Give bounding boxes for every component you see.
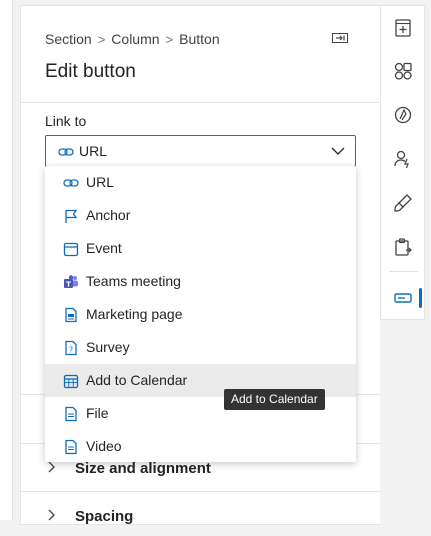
option-label: File [86,405,109,421]
styles-icon[interactable] [392,192,414,214]
option-teams-meeting[interactable]: T Teams meeting [45,265,356,298]
option-event[interactable]: Event [45,232,356,265]
section-spacing[interactable]: Spacing [21,496,381,536]
breadcrumb-section[interactable]: Section [45,31,92,47]
chevron-down-icon [331,147,345,155]
breadcrumb-separator: > [165,31,174,47]
option-marketing-page[interactable]: Marketing page [45,298,356,331]
option-label: Event [86,240,122,256]
divider [21,491,381,492]
link-to-label: Link to [45,113,87,129]
option-label: Teams meeting [86,273,181,289]
file-icon [65,406,77,422]
clipboard-icon[interactable] [392,236,414,258]
link-icon [58,148,74,156]
option-label: Marketing page [86,306,183,322]
collapse-panel-icon[interactable] [332,31,348,45]
option-anchor[interactable]: Anchor [45,199,356,232]
right-tool-rail [380,5,425,320]
calendar-icon [63,242,79,257]
divider [21,102,381,103]
breadcrumb-column[interactable]: Column [111,31,159,47]
breadcrumb-separator: > [97,31,106,47]
page-icon [65,307,77,323]
add-section-icon[interactable] [392,17,414,39]
svg-text:T: T [66,280,71,288]
option-label: Add to Calendar [86,372,188,388]
option-survey[interactable]: ? Survey [45,331,356,364]
chevron-right-icon [48,509,55,521]
option-label: Video [86,438,122,454]
rail-divider [389,271,418,272]
link-type-select[interactable]: URL [45,135,356,167]
svg-text:?: ? [69,346,73,355]
brand-icon[interactable] [392,104,414,126]
teams-icon: T [64,275,78,288]
breadcrumb-button: Button [179,31,220,47]
option-video[interactable]: Video [45,430,356,463]
survey-icon: ? [65,340,77,356]
option-label: URL [86,174,115,190]
active-indicator [419,288,422,308]
link-type-value: URL [79,143,108,159]
breadcrumb: Section > Column > Button [45,31,220,47]
button-properties-icon[interactable] [392,287,414,309]
option-label: Survey [86,339,130,355]
link-type-dropdown: URL Anchor Event T Teams meeting Marketi… [45,166,356,462]
panel-title: Edit button [45,61,136,82]
option-label: Anchor [86,207,131,223]
option-url[interactable]: URL [45,166,356,199]
link-icon [63,179,79,187]
tooltip: Add to Calendar [224,389,325,410]
left-canvas-strip [0,0,13,520]
file-icon [65,439,77,455]
section-title: Spacing [75,508,134,525]
personalization-icon[interactable] [392,148,414,170]
calendar-grid-icon [63,374,79,389]
flag-icon [65,209,78,223]
elements-icon[interactable] [392,60,414,82]
